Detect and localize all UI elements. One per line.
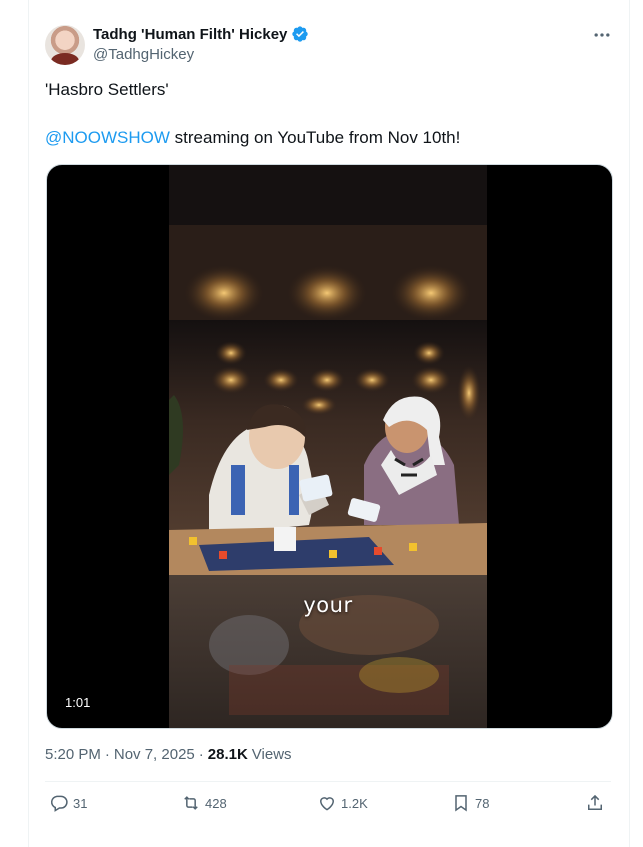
like-count: 1.2K [341,795,368,811]
meta-separator: · [198,746,204,763]
more-horizontal-icon[interactable] [591,26,613,44]
heart-icon [319,797,335,811]
meta-separator: · [104,746,110,763]
views-label: Views [251,746,292,763]
tweet-text-line-1: 'Hasbro Settlers' [45,80,169,99]
tweet-date[interactable]: Nov 7, 2025 [114,746,195,763]
tweet-text: 'Hasbro Settlers' @NOOWSHOW streaming on… [45,79,605,149]
tweet-meta: 5:20 PM · Nov 7, 2025 · 28.1K Views [45,746,292,763]
reply-button[interactable]: 31 [49,793,87,813]
bookmark-icon [455,795,467,812]
reply-count: 31 [73,795,88,811]
author-display-name[interactable]: Tadhg 'Human Filth' Hickey [93,26,287,43]
video-frame [169,165,487,728]
views-count: 28.1K [207,746,248,763]
bookmark-count: 78 [475,795,490,811]
share-icon [588,794,602,810]
tweet-text-line-2-rest: streaming on YouTube from Nov 10th! [169,128,461,147]
video-duration: 1:01 [57,693,99,712]
action-bar: 31 428 1.2K 78 [45,793,611,817]
retweet-icon [184,796,198,810]
avatar[interactable] [45,25,85,65]
avatar-shirt [51,53,79,65]
divider [45,781,611,782]
like-button[interactable]: 1.2K [317,793,368,813]
author-name-row: Tadhg 'Human Filth' Hickey [93,25,309,43]
verified-badge-icon[interactable] [291,25,309,43]
share-button[interactable] [585,793,605,813]
video-caption: your [303,593,353,617]
tweet-text-line-2: @NOOWSHOW streaming on YouTube from Nov … [45,127,605,149]
retweet-count: 428 [205,795,227,811]
mention-link[interactable]: @NOOWSHOW [45,128,170,147]
reply-icon [51,795,68,812]
author-handle[interactable]: @TadhgHickey [93,46,194,63]
tweet-time[interactable]: 5:20 PM [45,746,101,763]
video-player[interactable]: your 1:01 [46,164,613,729]
retweet-button[interactable]: 428 [181,793,227,813]
tweet-card: Tadhg 'Human Filth' Hickey @TadhgHickey … [28,0,630,847]
bookmark-button[interactable]: 78 [451,793,489,813]
